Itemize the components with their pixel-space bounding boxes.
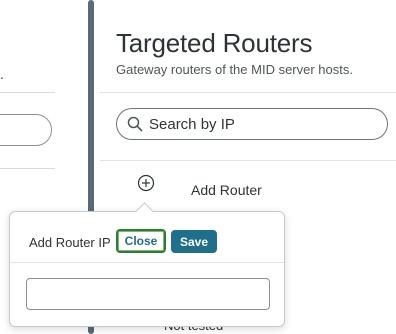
add-router-popover: Add Router IP Close Save: [9, 211, 285, 327]
add-router-button[interactable]: [137, 174, 155, 197]
left-divider: [0, 168, 55, 169]
left-divider: [0, 92, 55, 93]
divider: [100, 160, 396, 161]
divider: [10, 262, 284, 263]
save-button[interactable]: Save: [171, 230, 217, 253]
search-input[interactable]: Search by IP: [116, 108, 388, 140]
close-button[interactable]: Close: [116, 229, 166, 253]
left-pane-text-fragment: .: [0, 66, 4, 82]
popover-header: Add Router IP Close Save: [10, 212, 284, 262]
search-icon: [127, 116, 143, 132]
search-placeholder: Search by IP: [149, 115, 235, 133]
popover-label: Add Router IP: [29, 235, 111, 250]
panel-title: Targeted Routers: [116, 28, 313, 58]
router-ip-input[interactable]: [26, 278, 270, 310]
left-search-input[interactable]: [0, 114, 52, 146]
panel-subtitle: Gateway routers of the MID server hosts.: [116, 62, 353, 77]
plus-circle-icon: [137, 174, 155, 197]
add-router-label[interactable]: Add Router: [191, 182, 262, 198]
screen: . Targeted Routers Gateway routers of th…: [0, 0, 396, 334]
divider: [100, 92, 396, 93]
